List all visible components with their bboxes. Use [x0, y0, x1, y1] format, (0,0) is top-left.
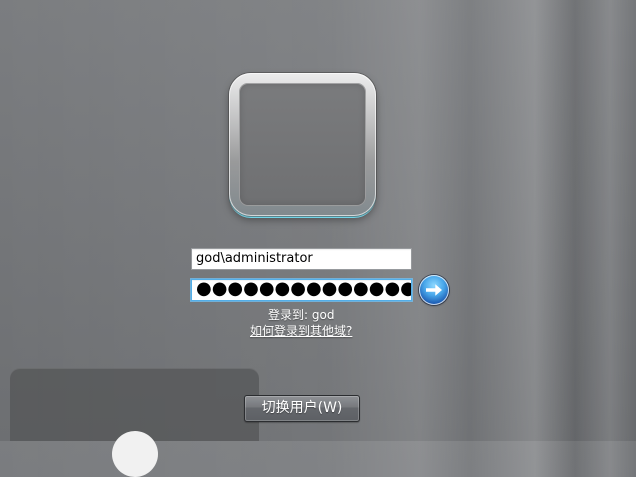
submit-login-button[interactable] — [419, 275, 449, 305]
user-picture-frame — [229, 73, 376, 216]
logon-domain-text: 登录到: god — [268, 308, 335, 322]
bottom-panel — [10, 368, 259, 477]
user-picture — [239, 83, 366, 206]
switch-user-button[interactable]: 切换用户(W) — [244, 395, 360, 422]
username-field[interactable]: god\administrator — [191, 248, 412, 270]
ease-of-access-icon — [112, 431, 158, 477]
arrow-right-icon — [426, 284, 442, 296]
password-field[interactable]: ●●●●●●●●●●●●●● — [191, 279, 412, 301]
domain-help-link[interactable]: 如何登录到其他域? — [250, 322, 352, 339]
